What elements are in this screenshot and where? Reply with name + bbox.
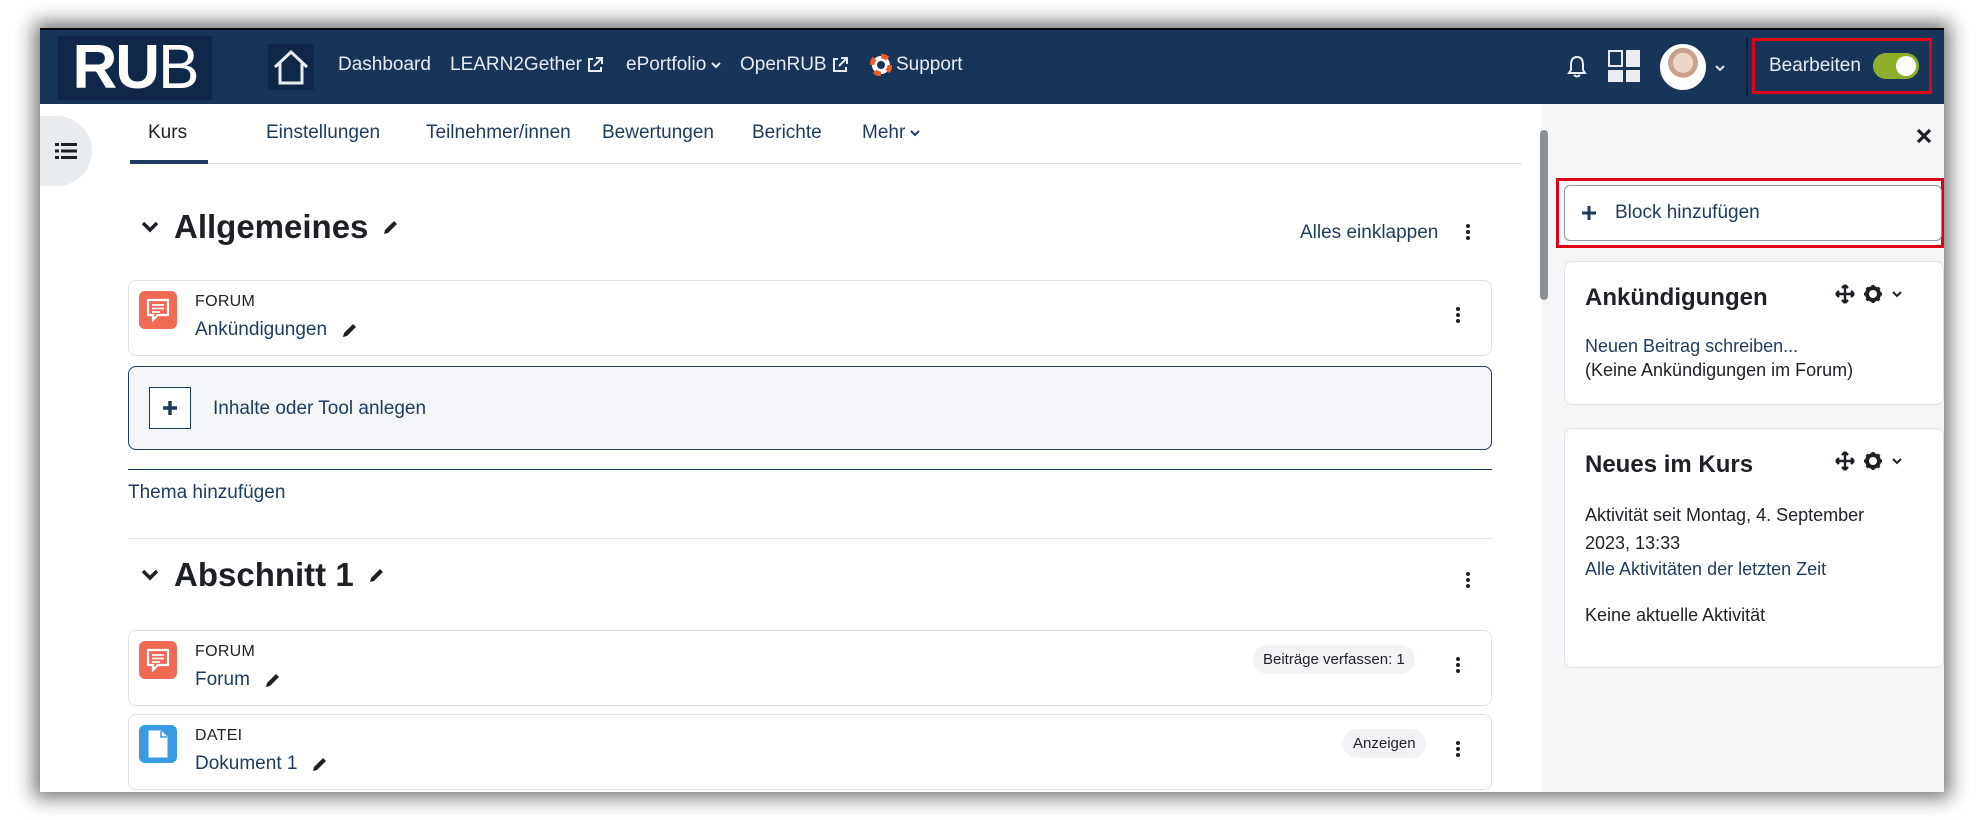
top-navbar: RUB Dashboard LEARN2Gether ePortfolio Op… — [40, 28, 1944, 104]
gear-icon[interactable] — [1863, 284, 1883, 304]
activity-type: FORUM — [195, 293, 256, 310]
plus-icon — [149, 387, 191, 429]
forum-icon — [139, 291, 177, 329]
move-icon[interactable] — [1835, 451, 1855, 471]
nav-dashboard-link[interactable]: Dashboard — [338, 54, 431, 76]
activity-name[interactable]: Dokument 1 — [195, 753, 329, 775]
external-link-icon — [588, 57, 604, 72]
browser-frame: RUB Dashboard LEARN2Gether ePortfolio Op… — [40, 28, 1944, 792]
announcements-block: Ankündigungen Neuen Beitrag schreiben...… — [1564, 261, 1944, 405]
activity-card[interactable]: DATEI Dokument 1 Anzeigen — [128, 714, 1492, 790]
gear-icon[interactable] — [1863, 451, 1883, 471]
activity-card[interactable]: FORUM Ankündigungen — [128, 280, 1492, 356]
pencil-icon[interactable] — [368, 566, 386, 584]
section-general-header: Allgemeines — [140, 208, 400, 246]
chevron-down-icon[interactable] — [1891, 456, 1903, 466]
chevron-down-icon — [711, 62, 721, 69]
plus-icon — [1582, 206, 1596, 220]
toggle-switch[interactable] — [1872, 53, 1919, 79]
add-content-button[interactable]: Inhalte oder Tool anlegen — [128, 366, 1492, 450]
tab-teilnehmer[interactable]: Teilnehmer/innen — [426, 122, 571, 144]
section-title: Abschnitt 1 — [174, 556, 354, 593]
tab-mehr[interactable]: Mehr — [862, 122, 921, 144]
section-title: Allgemeines — [174, 208, 369, 245]
chevron-down-icon[interactable] — [1891, 289, 1903, 299]
recent-activity-block: Neues im Kurs Aktivität seit Montag, 4. … — [1564, 428, 1944, 668]
navbar-divider — [1746, 38, 1748, 96]
collapse-all-link[interactable]: Alles einklappen — [1300, 222, 1438, 244]
block-controls — [1835, 284, 1903, 304]
activity-since-text: Aktivität seit Montag, 4. September 2023… — [1585, 505, 1865, 553]
activity-name[interactable]: Ankündigungen — [195, 319, 359, 341]
no-announcements-text: (Keine Ankündigungen im Forum) — [1585, 360, 1854, 380]
add-block-button[interactable]: Block hinzufügen — [1564, 185, 1942, 241]
course-index-toggle[interactable] — [40, 116, 92, 186]
move-icon[interactable] — [1835, 284, 1855, 304]
add-topic-link[interactable]: Thema hinzufügen — [128, 482, 285, 504]
block-title: Neues im Kurs — [1585, 451, 1754, 478]
pencil-icon[interactable] — [311, 755, 329, 773]
chevron-down-icon[interactable] — [1714, 60, 1726, 78]
no-recent-activity-text: Keine aktuelle Aktivität — [1585, 605, 1766, 625]
activity-name[interactable]: Forum — [195, 669, 282, 691]
course-tabs: Kurs Einstellungen Teilnehmer/innen Bewe… — [130, 104, 1522, 164]
completion-badge: Beiträge verfassen: 1 — [1253, 645, 1415, 674]
tab-einstellungen[interactable]: Einstellungen — [266, 122, 380, 144]
nav-learn2gether-link[interactable]: LEARN2Gether — [450, 54, 604, 76]
edit-mode-label: Bearbeiten — [1769, 55, 1861, 76]
section-1-header: Abschnitt 1 — [140, 556, 386, 594]
file-icon — [139, 725, 177, 763]
scrollbar[interactable] — [1540, 130, 1548, 300]
kebab-menu-icon[interactable] — [1456, 305, 1462, 325]
tab-berichte[interactable]: Berichte — [752, 122, 822, 144]
add-content-label: Inhalte oder Tool anlegen — [213, 398, 427, 419]
home-icon[interactable] — [268, 44, 314, 90]
edit-mode-toggle[interactable]: Bearbeiten — [1752, 38, 1932, 94]
kebab-menu-icon[interactable] — [1466, 570, 1472, 590]
forum-icon — [139, 641, 177, 679]
user-avatar[interactable] — [1660, 44, 1706, 90]
add-block-label: Block hinzufügen — [1615, 202, 1760, 223]
lifebuoy-icon — [870, 54, 892, 76]
tab-bewertungen[interactable]: Bewertungen — [602, 122, 714, 144]
external-link-icon — [832, 57, 848, 72]
kebab-menu-icon[interactable] — [1466, 222, 1472, 242]
pencil-icon[interactable] — [264, 671, 282, 689]
active-tab-indicator — [130, 160, 208, 164]
pencil-icon[interactable] — [341, 321, 359, 339]
chevron-down-icon — [910, 130, 921, 137]
completion-badge: Anzeigen — [1343, 729, 1426, 758]
activity-card[interactable]: FORUM Forum Beiträge verfassen: 1 — [128, 630, 1492, 706]
tab-kurs[interactable]: Kurs — [148, 122, 187, 144]
rub-logo[interactable]: RUB — [58, 36, 212, 100]
kebab-menu-icon[interactable] — [1456, 655, 1462, 675]
nav-openrub-link[interactable]: OpenRUB — [740, 54, 849, 76]
pencil-icon[interactable] — [382, 218, 400, 236]
nav-eportfolio-menu[interactable]: ePortfolio — [626, 54, 722, 76]
activity-type: DATEI — [195, 727, 243, 744]
activity-type: FORUM — [195, 643, 256, 660]
list-icon — [55, 143, 77, 159]
notification-bell-icon[interactable] — [1566, 54, 1588, 83]
block-controls — [1835, 451, 1903, 471]
divider — [128, 469, 1492, 470]
kebab-menu-icon[interactable] — [1456, 739, 1462, 759]
chevron-down-icon[interactable] — [140, 568, 160, 582]
block-title: Ankündigungen — [1585, 284, 1768, 311]
divider — [128, 538, 1492, 539]
nav-support-link[interactable]: Support — [870, 54, 963, 76]
chevron-down-icon[interactable] — [140, 220, 160, 234]
close-icon[interactable] — [1916, 128, 1932, 149]
all-recent-activity-link[interactable]: Alle Aktivitäten der letzten Zeit — [1585, 559, 1826, 580]
new-post-link[interactable]: Neuen Beitrag schreiben... — [1585, 336, 1798, 357]
app-grid-icon[interactable] — [1608, 50, 1640, 82]
